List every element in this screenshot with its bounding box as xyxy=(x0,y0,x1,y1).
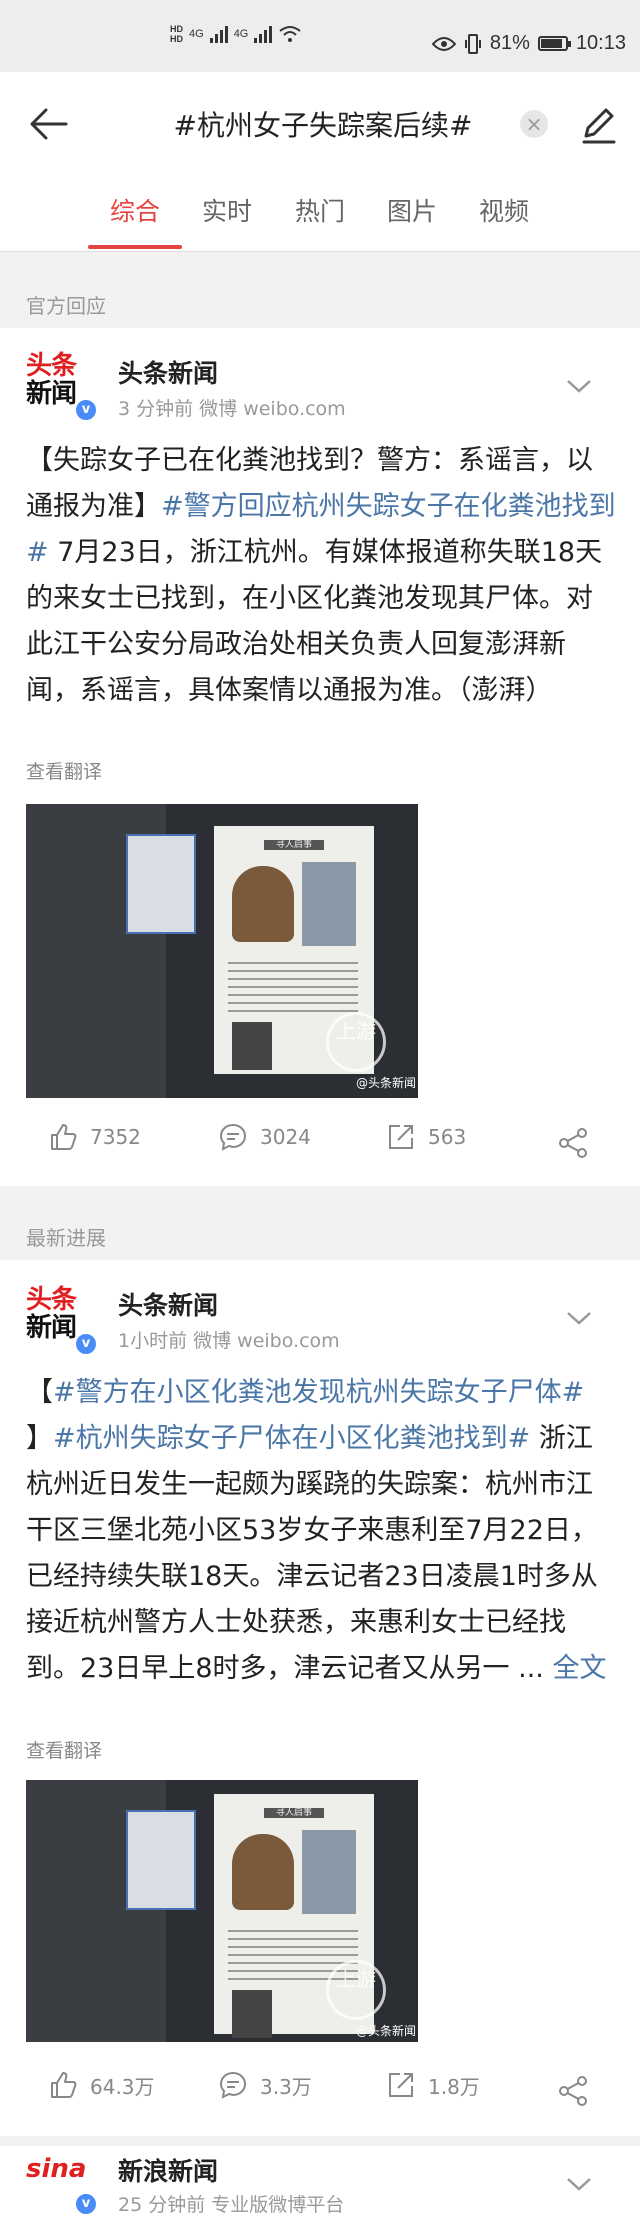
repost-icon xyxy=(389,1125,413,1149)
image-watermark: @头条新闻 xyxy=(356,2024,417,2038)
like-count: 7352 xyxy=(90,1125,141,1149)
tab-comprehensive[interactable]: 综合 xyxy=(95,192,175,228)
comment-count: 3024 xyxy=(260,1125,311,1149)
section-label-latest: 最新进展 xyxy=(26,1226,106,1250)
clock: 10:13 xyxy=(575,32,626,54)
image-watermark-mark: 上游 xyxy=(326,1012,386,1072)
tab-realtime[interactable]: 实时 xyxy=(187,192,267,228)
thumbs-up-icon xyxy=(51,2072,77,2098)
wifi-icon xyxy=(279,26,301,42)
share-icon[interactable] xyxy=(556,1126,590,1160)
post-card-2: 头条 新闻 v 头条新闻 1小时前 微博 weibo.com 【#警方在小区化粪池… xyxy=(0,1260,640,2136)
comment-count: 3.3万 xyxy=(260,2074,312,2099)
network-4g-2: 4G xyxy=(233,28,249,40)
comment-icon xyxy=(219,1123,247,1151)
translate-link[interactable]: 查看翻译 xyxy=(26,757,102,784)
post-card-3: sina v 新浪新闻 25 分钟前 专业版微博平台 xyxy=(0,2146,640,2221)
active-tab-indicator xyxy=(88,245,182,249)
post-meta: 3 分钟前 微博 weibo.com xyxy=(118,398,346,420)
hashtag-link[interactable]: #杭州失踪女子尸体在小区化粪池找到# xyxy=(53,1423,530,1454)
signal-icon-1 xyxy=(209,25,228,43)
vibrate-icon xyxy=(464,33,481,54)
post-text: 【失踪女子已在化粪池找到？警方：系谣言，以通报为准】#警方回应杭州失踪女子在化粪… xyxy=(26,445,616,706)
avatar[interactable]: sina v xyxy=(26,2154,98,2221)
repost-count: 1.8万 xyxy=(428,2074,480,2099)
status-bar: HD HD 4G 4G 81% 10:13 xyxy=(0,0,640,72)
chevron-down-icon[interactable] xyxy=(564,2174,594,2194)
post-image[interactable]: 寻人启事 上游 @头条新闻 xyxy=(26,1780,418,2042)
like-button[interactable]: 7352 xyxy=(48,1122,141,1152)
battery-icon xyxy=(537,36,571,51)
post-meta: 1小时前 微博 weibo.com xyxy=(118,1330,340,1352)
share-icon[interactable] xyxy=(556,2074,590,2108)
network-indicators: HD HD 4G 4G xyxy=(170,24,302,44)
clear-icon[interactable]: × xyxy=(520,110,548,138)
thumbs-up-icon xyxy=(51,1124,77,1150)
avatar[interactable]: 头条 新闻 v xyxy=(26,352,98,422)
section-label-official: 官方回应 xyxy=(26,294,106,318)
hashtag-link[interactable]: #警方在小区化粪池发现杭州失踪女子尸体# xyxy=(53,1377,584,1408)
repost-button[interactable]: 1.8万 xyxy=(386,2070,480,2100)
read-more-link[interactable]: 全文 xyxy=(552,1653,606,1684)
tab-bar: 综合 实时 热门 图片 视频 xyxy=(0,192,640,252)
repost-button[interactable]: 563 xyxy=(386,1122,466,1152)
topic-header: #杭州女子失踪案后续# × 综合 实时 热门 图片 视频 xyxy=(0,72,640,252)
network-4g-1: 4G xyxy=(189,28,204,40)
author-name[interactable]: 头条新闻 xyxy=(118,1286,218,1322)
poster-title: 寻人启事 xyxy=(264,1808,324,1818)
author-name[interactable]: 新浪新闻 xyxy=(118,2152,218,2188)
image-watermark-mark: 上游 xyxy=(326,1960,386,2020)
battery-percent: 81% xyxy=(489,32,530,54)
translate-link[interactable]: 查看翻译 xyxy=(26,1736,102,1763)
verified-badge-icon: v xyxy=(74,1332,98,1356)
repost-count: 563 xyxy=(428,1125,467,1149)
post-actions: 64.3万 3.3万 1.8万 xyxy=(0,2070,640,2120)
like-count: 64.3万 xyxy=(90,2074,155,2099)
verified-badge-icon: v xyxy=(74,398,98,422)
tab-hot[interactable]: 热门 xyxy=(280,192,360,228)
comment-icon xyxy=(219,2071,247,2099)
eye-icon xyxy=(431,36,456,51)
like-button[interactable]: 64.3万 xyxy=(48,2070,155,2100)
comment-button[interactable]: 3.3万 xyxy=(218,2070,312,2100)
post-text: 【#警方在小区化粪池发现杭州失踪女子尸体# 】#杭州失踪女子尸体在小区化粪池找到… xyxy=(26,1377,607,1684)
hd-icon: HD HD xyxy=(170,24,183,44)
image-watermark: @头条新闻 xyxy=(356,1076,417,1090)
chevron-down-icon[interactable] xyxy=(564,376,594,396)
post-actions: 7352 3024 563 xyxy=(0,1122,640,1172)
post-meta: 25 分钟前 专业版微博平台 xyxy=(118,2194,345,2216)
signal-icon-2 xyxy=(254,25,273,43)
post-image[interactable]: 寻人启事 上游 @头条新闻 xyxy=(26,804,418,1098)
sina-logo: sina xyxy=(26,2154,87,2184)
status-right: 81% 10:13 xyxy=(431,32,626,55)
verified-badge-icon: v xyxy=(74,2192,98,2216)
edit-icon[interactable] xyxy=(576,102,620,146)
tab-videos[interactable]: 视频 xyxy=(464,192,544,228)
comment-button[interactable]: 3024 xyxy=(218,1122,311,1152)
repost-icon xyxy=(389,2073,413,2097)
avatar[interactable]: 头条 新闻 v xyxy=(26,1286,98,1356)
author-name[interactable]: 头条新闻 xyxy=(118,354,218,390)
chevron-down-icon[interactable] xyxy=(564,1308,594,1328)
post-card-1: 头条 新闻 v 头条新闻 3 分钟前 微博 weibo.com 【失踪女子已在化粪… xyxy=(0,328,640,1186)
tab-pictures[interactable]: 图片 xyxy=(372,192,452,228)
poster-title: 寻人启事 xyxy=(264,840,324,850)
